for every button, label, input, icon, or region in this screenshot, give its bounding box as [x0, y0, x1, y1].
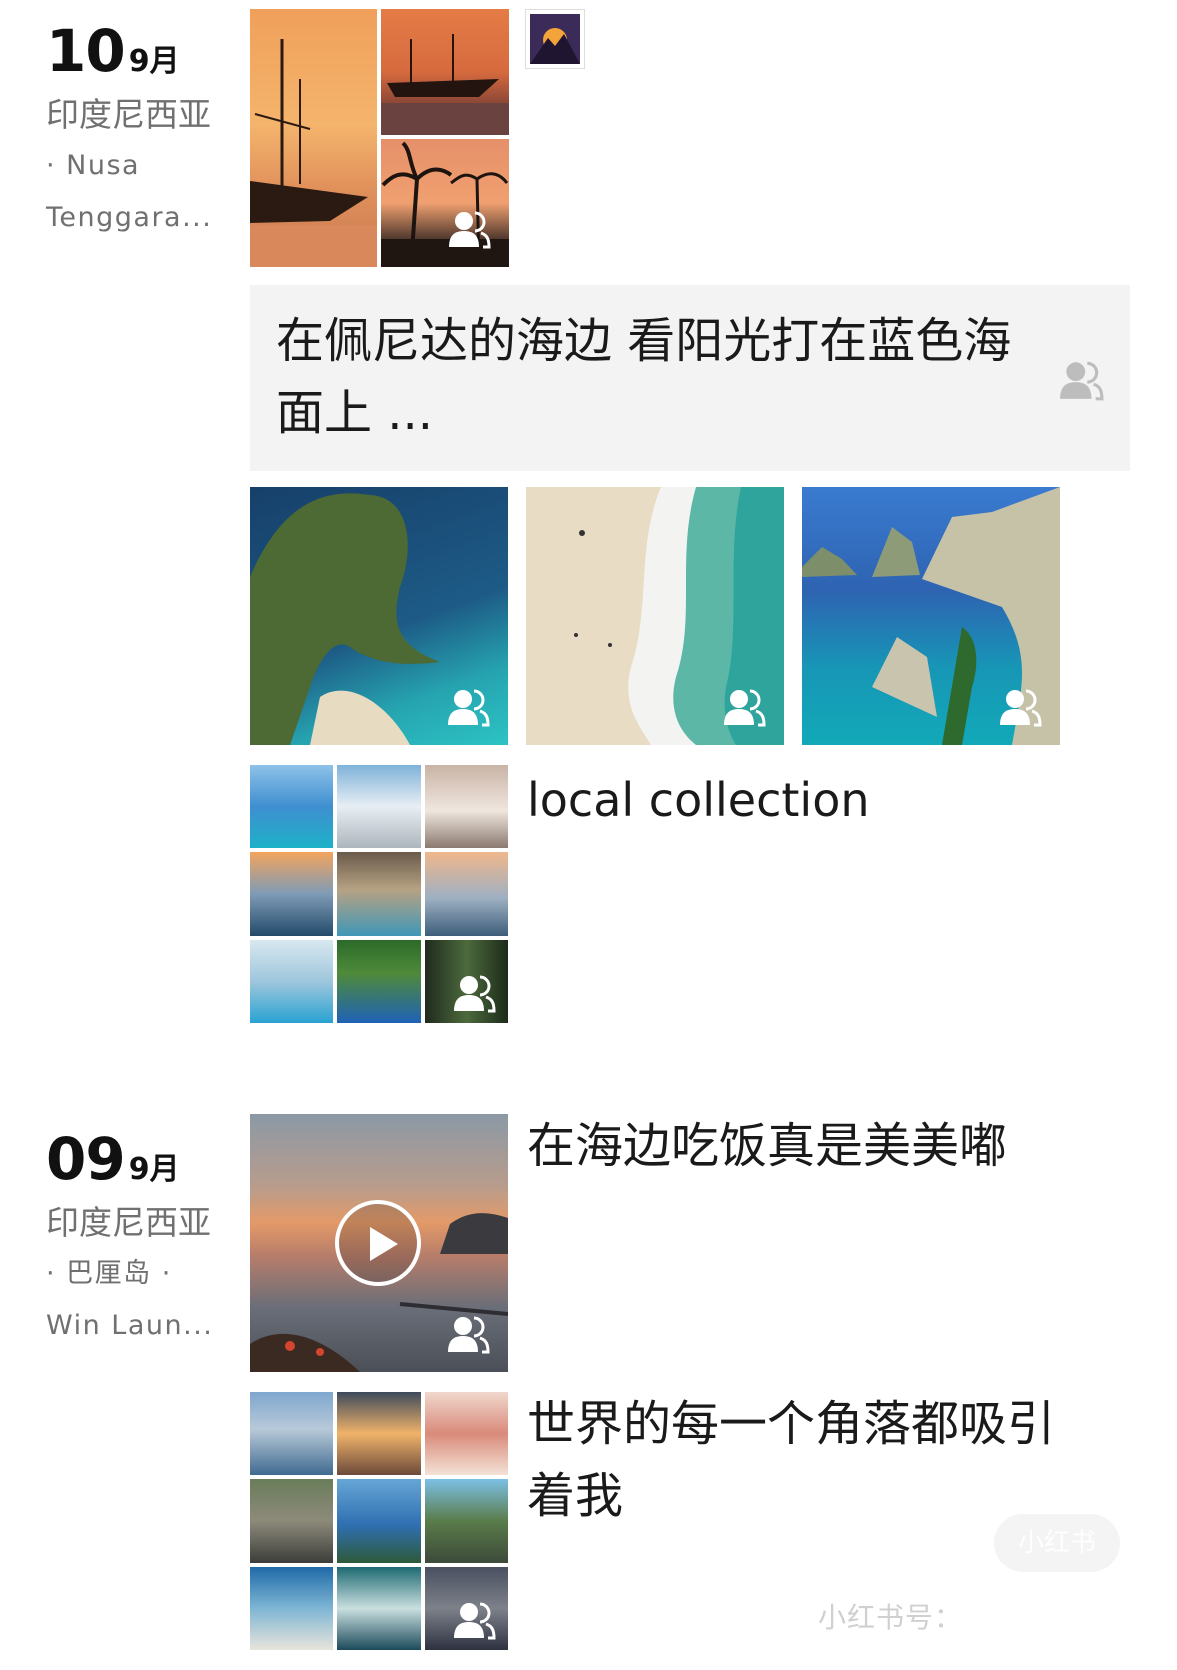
- location-region: · 巴厘岛 ·: [46, 1258, 172, 1289]
- location-area: Win Laun...: [46, 1310, 214, 1341]
- mosaic-photo: [337, 1392, 421, 1476]
- mosaic-photo: [250, 852, 334, 936]
- mosaic-photo: [424, 1479, 508, 1563]
- moments-timeline: 10 9月 印度尼西亚 · Nusa Tenggara... 在佩尼达的海边 看…: [0, 0, 1177, 1670]
- group-visibility-icon: [1060, 361, 1104, 401]
- group-visibility-icon: [454, 1602, 496, 1640]
- mosaic-photo: [424, 1566, 508, 1650]
- mosaic-photo: [250, 1479, 334, 1563]
- mosaic-photo: [250, 1392, 334, 1476]
- mosaic-photo: [337, 1566, 421, 1650]
- watermark-badge: 小红书: [994, 1514, 1120, 1572]
- video-caption[interactable]: 在海边吃饭真是美美嘟: [527, 1110, 1007, 1182]
- sailboat-sunset-photo[interactable]: [250, 9, 377, 267]
- play-icon[interactable]: [335, 1200, 421, 1286]
- date-day: 09: [46, 1125, 126, 1193]
- mosaic-photo: [424, 852, 508, 936]
- post-date: 09 9月: [46, 1130, 180, 1188]
- sailboat-illustration: [250, 39, 377, 267]
- aerial-beach-waves-photo[interactable]: [526, 487, 784, 745]
- post-location: 印度尼西亚 · 巴厘岛 · Win Laun...: [46, 1198, 213, 1352]
- location-country: 印度尼西亚: [46, 95, 211, 134]
- local-collection-mosaic[interactable]: [250, 765, 508, 1023]
- mosaic-photo: [424, 765, 508, 849]
- mosaic-photo: [250, 765, 334, 849]
- post-date: 10 9月: [46, 22, 180, 80]
- date-day: 10: [46, 17, 126, 85]
- mountain-sunrise-thumbnail[interactable]: [525, 9, 585, 69]
- kelingking-cliff-photo[interactable]: [250, 487, 508, 745]
- location-region: · Nusa: [46, 150, 141, 181]
- group-visibility-icon: [1000, 689, 1042, 727]
- group-visibility-icon: [454, 975, 496, 1013]
- date-month: 9月: [128, 44, 180, 79]
- mosaic-photo: [250, 1566, 334, 1650]
- group-visibility-icon: [448, 1316, 490, 1354]
- mosaic-photo: [337, 852, 421, 936]
- group-visibility-icon: [724, 689, 766, 727]
- mosaic-photo: [250, 939, 334, 1023]
- group-visibility-icon: [448, 689, 490, 727]
- watermark-text: 小红书号：: [818, 1601, 964, 1634]
- location-country: 印度尼西亚: [46, 1203, 211, 1242]
- palm-sunset-photo[interactable]: [381, 139, 509, 267]
- mosaic-photo: [337, 765, 421, 849]
- diamond-beach-photo[interactable]: [802, 487, 1060, 745]
- location-area: Tenggara...: [46, 202, 213, 233]
- mountain-glyph: [530, 14, 580, 64]
- post-text-bar[interactable]: 在佩尼达的海边 看阳光打在蓝色海面上 ...: [250, 285, 1130, 471]
- mosaic-photo: [424, 1392, 508, 1476]
- travel-gallery-mosaic[interactable]: [250, 1392, 508, 1650]
- local-collection-caption[interactable]: local collection: [527, 764, 870, 836]
- seaside-dinner-video[interactable]: [250, 1114, 508, 1372]
- mosaic-photo: [337, 939, 421, 1023]
- group-visibility-icon: [449, 211, 491, 249]
- date-month: 9月: [128, 1152, 180, 1187]
- post-location: 印度尼西亚 · Nusa Tenggara...: [46, 90, 212, 244]
- mosaic-photo: [337, 1479, 421, 1563]
- sunset-ship-photo[interactable]: [381, 9, 509, 135]
- ship-silhouette: [381, 34, 509, 135]
- gallery-caption[interactable]: 世界的每一个角落都吸引着我: [527, 1388, 1067, 1532]
- post-title-text: 在佩尼达的海边 看阳光打在蓝色海面上 ...: [276, 313, 1012, 441]
- mosaic-photo: [424, 939, 508, 1023]
